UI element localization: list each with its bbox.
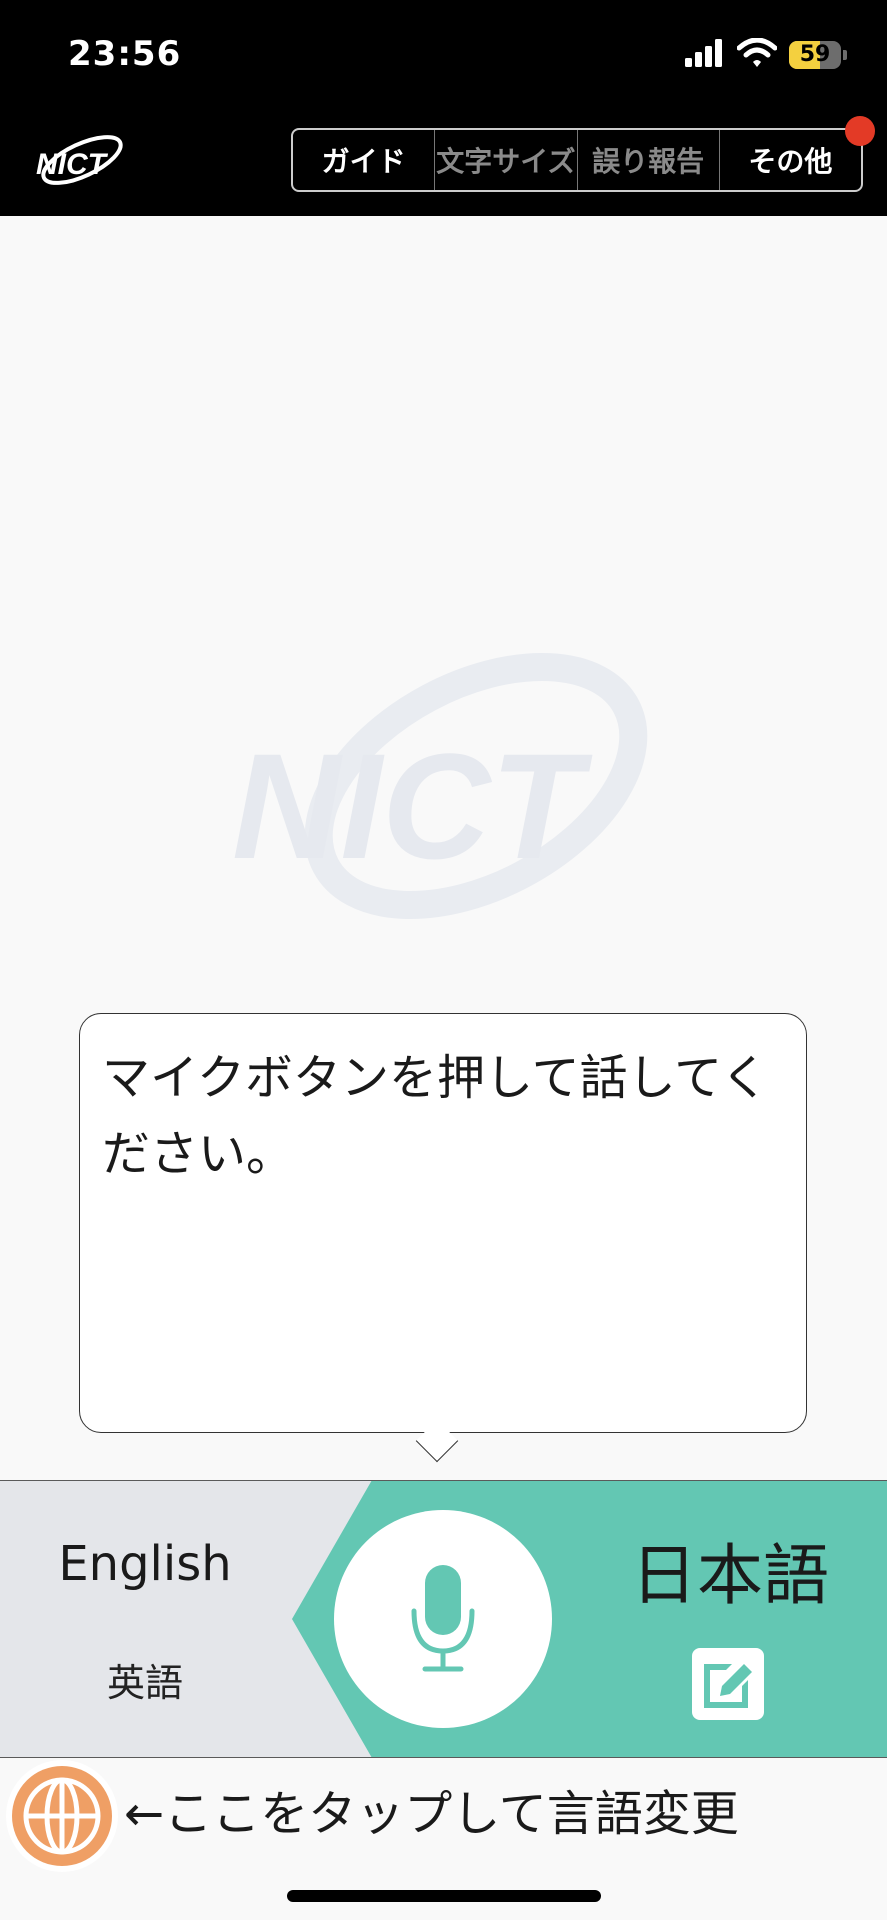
speech-bubble: マイクボタンを押して話してください。 (79, 1013, 807, 1463)
bubble-tail (415, 1419, 459, 1463)
wifi-icon (736, 37, 778, 72)
language-change-button[interactable] (4, 1758, 120, 1874)
nict-logo-text: NICT (36, 148, 109, 181)
edit-text-button[interactable] (690, 1646, 766, 1722)
header-menu: ガイド 文字サイズ 誤り報告 その他 (291, 116, 875, 192)
status-time: 23:56 (68, 34, 182, 74)
text-size-button[interactable]: 文字サイズ (435, 130, 578, 190)
edit-icon (692, 1648, 764, 1720)
nict-watermark: NICT (226, 646, 666, 950)
source-language-name: English (58, 1536, 232, 1592)
battery-tip (843, 50, 847, 60)
microphone-icon (411, 1565, 475, 1672)
instruction-text: マイクボタンを押して話してください。 (102, 1050, 769, 1182)
home-indicator (287, 1890, 601, 1902)
language-change-hint: ←ここをタップして言語変更 (124, 1786, 739, 1842)
notification-dot (845, 116, 875, 146)
battery-level: 59 (799, 42, 831, 67)
battery-icon: 59 (789, 41, 841, 69)
source-language-native: 英語 (106, 1661, 183, 1705)
status-icons: 59 (685, 37, 847, 72)
other-button[interactable]: その他 (720, 116, 875, 190)
signal-icon (685, 39, 725, 71)
target-language-name[interactable]: 日本語 (580, 1522, 880, 1618)
footer: ←ここをタップして言語変更 (0, 1758, 887, 1920)
source-language-selector[interactable]: English 英語 (0, 1480, 290, 1758)
status-bar: 23:56 59 (0, 0, 887, 112)
error-report-button[interactable]: 誤り報告 (578, 130, 720, 190)
main-area: NICT マイクボタンを押して話してください。 (0, 216, 887, 1480)
other-button-label: その他 (748, 145, 833, 178)
app-header: NICT ガイド 文字サイズ 誤り報告 その他 (0, 112, 887, 216)
nict-logo: NICT (32, 128, 128, 198)
globe-icon (6, 1760, 118, 1872)
nict-watermark-text: NICT (232, 722, 593, 890)
language-bar: English 英語 日本語 (0, 1480, 887, 1758)
guide-button[interactable]: ガイド (293, 130, 436, 190)
mic-button[interactable] (334, 1510, 552, 1728)
